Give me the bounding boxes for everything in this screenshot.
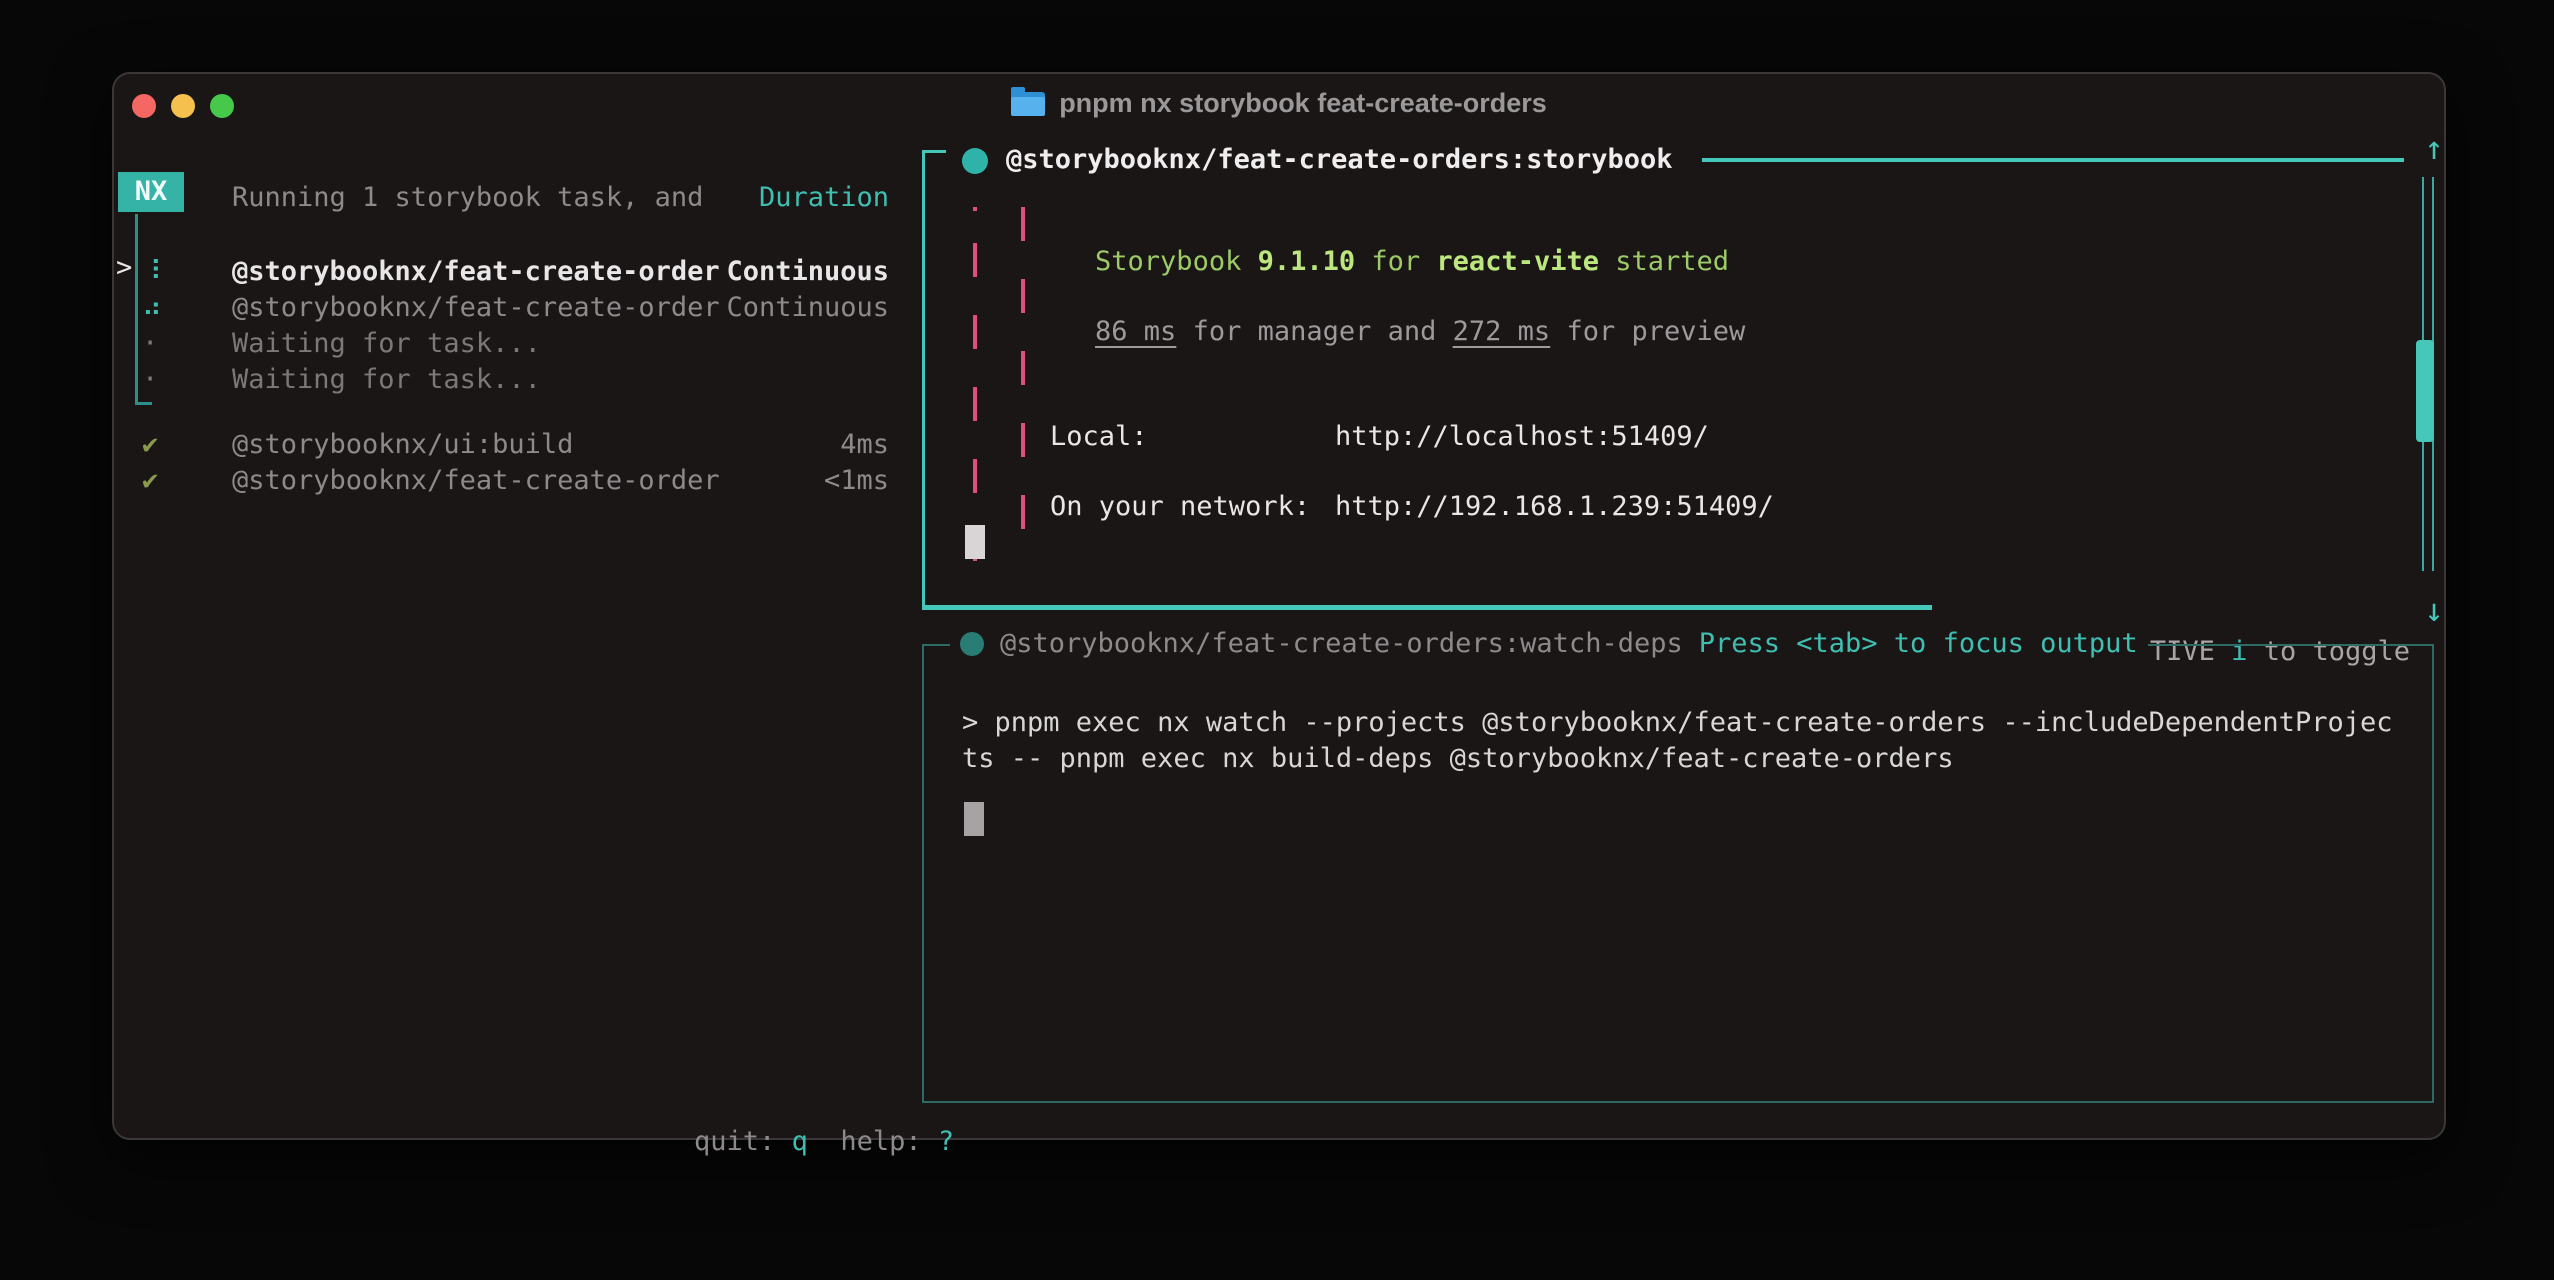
watch-command-line: ts -- pnpm exec nx build-deps @storybook… [962, 741, 1954, 777]
pending-dot-icon: · [142, 326, 232, 362]
completed-task-row[interactable]: ✔ @storybooknx/feat-create-order <1ms [142, 463, 889, 499]
task-duration: <1ms [824, 463, 889, 499]
storybook-panel-border-bottom [922, 605, 1932, 610]
storybook-panel-border-top-stub [922, 150, 946, 153]
spinner-icon: ⠸ [142, 254, 232, 290]
storybook-panel-title[interactable]: @storybooknx/feat-create-orders:storyboo… [1006, 142, 1672, 178]
local-label: Local: [1050, 421, 1148, 452]
network-url-line: On your network: [1050, 489, 1310, 525]
task-label: @storybooknx/feat-create-order [232, 254, 720, 290]
running-tasks-label: Running 1 storybook task, and [232, 180, 703, 216]
sidebar-header: Running 1 storybook task, and Duration [232, 180, 889, 216]
minimize-button[interactable] [171, 94, 195, 118]
build-timing-line: 86 ms for manager and 272 ms for preview [1030, 278, 1745, 386]
storybook-panel-border-left [922, 150, 925, 610]
storybook-panel-header-line [1702, 158, 2404, 162]
help-label: help: [808, 1126, 938, 1157]
local-url[interactable]: http://localhost:51409/ [1335, 419, 1709, 455]
task-duration: Continuous [726, 290, 889, 326]
selection-pointer-icon: > [116, 250, 132, 286]
quit-label: quit: [694, 1126, 792, 1157]
idle-status-icon [960, 632, 984, 656]
scrollbar-thumb[interactable] [2416, 340, 2434, 442]
task-row[interactable]: ⠸ @storybooknx/feat-create-order Continu… [142, 254, 889, 290]
started-text: Storybook [1095, 246, 1258, 277]
cursor-block [964, 802, 984, 836]
duration-column-header: Duration [759, 180, 889, 216]
close-button[interactable] [132, 94, 156, 118]
task-duration: Continuous [726, 254, 889, 290]
watch-deps-panel-header[interactable]: @storybooknx/feat-create-orders:watch-de… [950, 626, 2148, 662]
framework-name: react-vite [1436, 246, 1599, 277]
storybook-version: 9.1.10 [1258, 246, 1356, 277]
task-label: @storybooknx/feat-create-order [232, 463, 720, 499]
task-row[interactable]: · Waiting for task... [142, 326, 889, 362]
keybind-footer: quit: q help: ? [629, 1088, 954, 1196]
watch-command-line: > pnpm exec nx watch --projects @storybo… [962, 705, 2392, 741]
network-label: On your network: [1050, 491, 1310, 522]
output-guide-bar [1021, 207, 1025, 561]
preview-time: 272 ms [1453, 316, 1551, 347]
spinner-icon: ⠴ [142, 290, 232, 326]
output-guide-bar [973, 207, 977, 561]
scroll-up-icon[interactable]: ↑ [2412, 130, 2456, 166]
scroll-down-icon[interactable]: ↓ [2412, 592, 2456, 628]
task-duration: 4ms [840, 427, 889, 463]
check-icon: ✔ [142, 463, 232, 499]
check-icon: ✔ [142, 427, 232, 463]
completed-task-row[interactable]: ✔ @storybooknx/ui:build 4ms [142, 427, 889, 463]
manager-time: 86 ms [1095, 316, 1176, 347]
network-url[interactable]: http://192.168.1.239:51409/ [1335, 489, 1774, 525]
task-label: Waiting for task... [232, 362, 541, 398]
terminal-window: pnpm nx storybook feat-create-orders NX … [112, 72, 2446, 1140]
pending-dot-icon: · [142, 362, 232, 398]
title-bar: pnpm nx storybook feat-create-orders [114, 74, 2444, 132]
help-key: ? [938, 1126, 954, 1157]
watch-deps-panel-title[interactable]: @storybooknx/feat-create-orders:watch-de… [1000, 626, 1699, 662]
folder-icon [1011, 92, 1045, 116]
window-controls [132, 94, 234, 118]
focus-output-hint: Press <tab> to focus output [1699, 626, 2148, 662]
quit-key: q [792, 1126, 808, 1157]
task-label: @storybooknx/feat-create-order [232, 290, 720, 326]
local-url-line: Local: [1050, 419, 1148, 455]
zoom-button[interactable] [210, 94, 234, 118]
task-label: @storybooknx/ui:build [232, 427, 573, 463]
task-label: Waiting for task... [232, 326, 541, 362]
task-row[interactable]: · Waiting for task... [142, 362, 889, 398]
nx-logo: NX [118, 172, 184, 212]
task-row[interactable]: ⠴ @storybooknx/feat-create-order Continu… [142, 290, 889, 326]
window-title: pnpm nx storybook feat-create-orders [1059, 85, 1547, 121]
running-status-icon [962, 148, 988, 174]
cursor-block [965, 525, 985, 559]
